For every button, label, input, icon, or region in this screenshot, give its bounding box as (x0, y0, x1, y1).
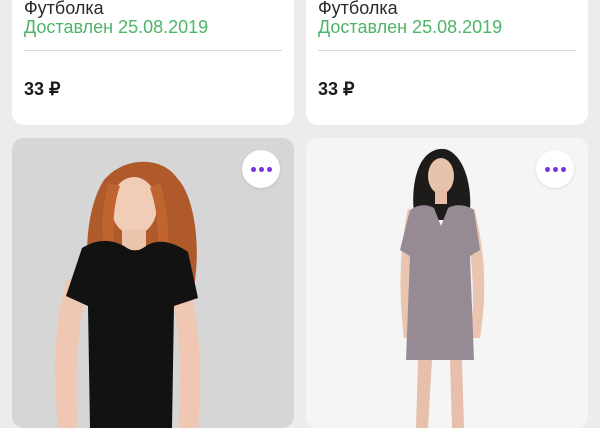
product-card-2[interactable]: Футболка Доставлен 25.08.2019 33 ₽ (306, 0, 588, 125)
more-options-button[interactable] (242, 150, 280, 188)
product-image-card-1[interactable] (12, 138, 294, 428)
more-horizontal-icon-dot (258, 166, 264, 172)
product-card-1[interactable]: Футболка Доставлен 25.08.2019 33 ₽ (12, 0, 294, 125)
more-horizontal-icon-dot (560, 166, 566, 172)
more-horizontal-icon-dot (552, 166, 558, 172)
more-horizontal-icon (544, 166, 550, 172)
divider (24, 50, 282, 51)
divider (318, 50, 576, 51)
delivery-status: Доставлен 25.08.2019 (24, 17, 209, 37)
more-horizontal-icon (250, 166, 256, 172)
delivery-status: Доставлен 25.08.2019 (318, 17, 503, 37)
product-price: 33 ₽ (318, 79, 355, 99)
product-price: 33 ₽ (24, 79, 61, 99)
more-options-button[interactable] (536, 150, 574, 188)
product-image-card-2[interactable] (306, 138, 588, 428)
more-horizontal-icon-dot (266, 166, 272, 172)
